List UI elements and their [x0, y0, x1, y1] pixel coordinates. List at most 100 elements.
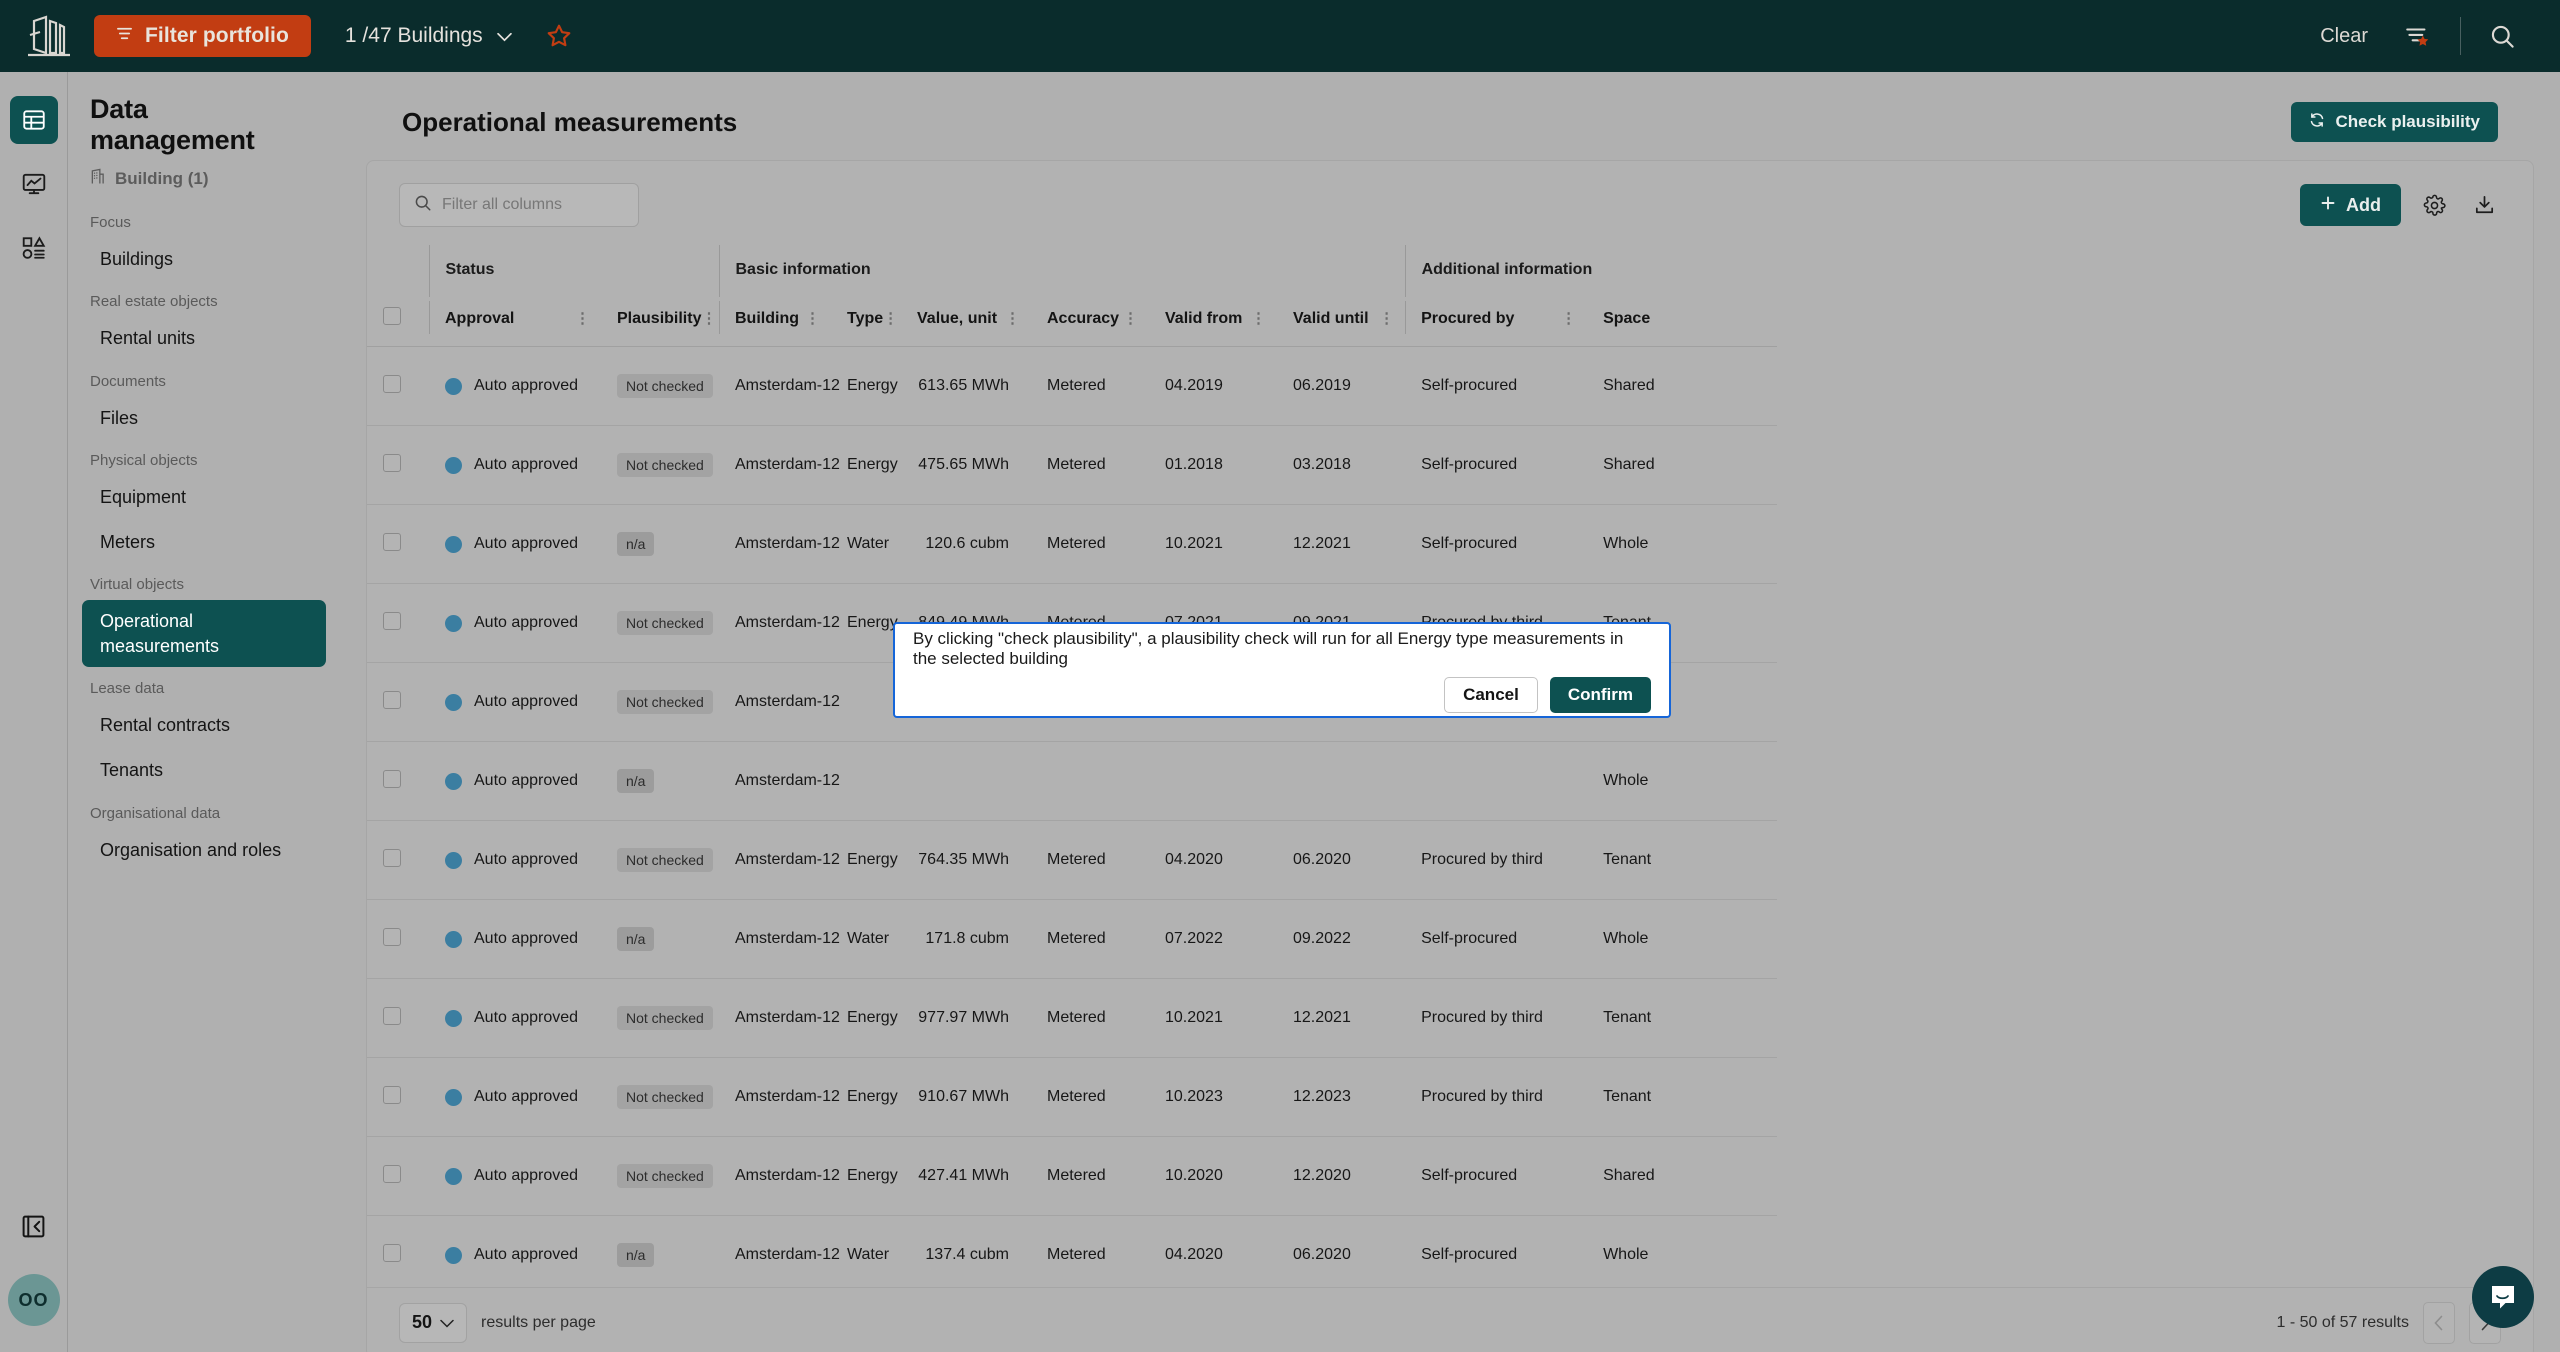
column-header[interactable]: Valid from ⋮: [1149, 297, 1277, 347]
column-menu-icon[interactable]: ⋮: [805, 311, 821, 326]
column-menu-icon[interactable]: ⋮: [883, 311, 899, 326]
sidebar-item[interactable]: Organisation and roles: [82, 829, 326, 871]
row-checkbox[interactable]: [383, 848, 401, 867]
row-select-cell: [367, 583, 429, 663]
previous-page-button[interactable]: [2423, 1301, 2455, 1344]
row-checkbox[interactable]: [383, 453, 401, 472]
table-row[interactable]: Auto approved Not checked Amsterdam-12 Ener…: [367, 978, 1777, 1058]
table-row[interactable]: Auto approved Not checked Amsterdam-12 Ener…: [367, 820, 1777, 900]
sidebar-group-label: Organisational data: [90, 804, 221, 822]
table-row[interactable]: Auto approved n/a Amsterdam-12 Water 171.8 c…: [367, 899, 1777, 979]
column-header[interactable]: Accuracy ⋮: [1031, 297, 1149, 347]
column-header[interactable]: Plausibility ⋮: [601, 297, 719, 347]
status-dot-icon: [445, 614, 462, 632]
confirm-button[interactable]: Confirm: [1549, 677, 1651, 713]
type-cell: Water: [831, 899, 901, 979]
column-menu-icon[interactable]: ⋮: [701, 311, 717, 326]
row-checkbox[interactable]: [383, 769, 401, 788]
add-button[interactable]: Add: [2300, 184, 2401, 226]
collapse-sidebar-icon[interactable]: [12, 1204, 56, 1248]
row-checkbox[interactable]: [383, 611, 401, 630]
row-checkbox[interactable]: [383, 1164, 401, 1183]
check-plausibility-button[interactable]: Check plausibility: [2291, 102, 2498, 142]
select-all-checkbox[interactable]: [383, 307, 401, 325]
column-header[interactable]: Valid until ⋮: [1277, 297, 1406, 347]
space-cell: Tenant: [1587, 1057, 1678, 1137]
row-checkbox[interactable]: [383, 1006, 401, 1025]
clear-button[interactable]: Clear: [2302, 25, 2386, 48]
table-row[interactable]: Auto approved n/a Amsterdam-12 Water 120.6 c…: [367, 504, 1777, 584]
row-select-cell: [367, 820, 429, 900]
sidebar-item[interactable]: Files: [82, 397, 326, 439]
column-header[interactable]: Procured by ⋮: [1405, 297, 1588, 347]
search-input[interactable]: [442, 196, 624, 214]
column-header[interactable]: Building ⋮: [719, 297, 831, 347]
cancel-button[interactable]: Cancel: [1444, 677, 1538, 713]
value-cell: 475.65 MWh: [901, 425, 1031, 505]
avatar[interactable]: OO: [7, 1274, 60, 1326]
approval-cell: Auto approved: [429, 741, 601, 821]
table-row[interactable]: Auto approved Not checked Amsterdam-12 Ener…: [367, 1136, 1777, 1216]
column-menu-icon[interactable]: ⋮: [1561, 311, 1577, 326]
favorite-star-icon[interactable]: [546, 23, 572, 49]
sidebar-item[interactable]: Equipment: [82, 476, 326, 518]
rail-item-shapes[interactable]: [10, 224, 58, 272]
table-row[interactable]: Auto approved Not checked Amsterdam-12 Ener…: [367, 425, 1777, 505]
row-checkbox[interactable]: [383, 1085, 401, 1104]
table-row[interactable]: Auto approved Not checked Amsterdam-12 Ener…: [367, 1057, 1777, 1137]
table-row[interactable]: Auto approved n/a Amsterdam-12 Whole: [367, 741, 1777, 821]
rail-item-data-management[interactable]: [9, 96, 58, 144]
sidebar-item[interactable]: Operational measurements: [82, 600, 326, 668]
value-cell: 977.97 MWh: [901, 978, 1031, 1058]
search-icon[interactable]: [2471, 23, 2534, 50]
top-bar-divider: [2460, 17, 2461, 55]
row-checkbox[interactable]: [383, 927, 401, 946]
valid-from-cell: 04.2020: [1149, 1215, 1277, 1287]
sidebar-item[interactable]: Buildings: [82, 238, 326, 280]
building-cell: Amsterdam-12: [719, 662, 840, 742]
filter-portfolio-button[interactable]: Filter portfolio: [94, 15, 311, 57]
column-menu-icon[interactable]: ⋮: [1379, 311, 1395, 326]
approval-label: Auto approved: [474, 772, 579, 789]
column-header[interactable]: Value, unit ⋮: [901, 297, 1031, 347]
approval-cell: Auto approved: [429, 1057, 601, 1137]
chat-bubble-icon[interactable]: [2472, 1266, 2534, 1328]
saved-filters-icon[interactable]: [2386, 23, 2450, 49]
row-checkbox[interactable]: [383, 1243, 401, 1262]
row-checkbox[interactable]: [383, 532, 401, 551]
results-per-page-select[interactable]: 50: [399, 1302, 468, 1343]
download-icon[interactable]: [2467, 188, 2501, 222]
row-select-cell: [367, 899, 429, 979]
table-row[interactable]: Auto approved n/a Amsterdam-12 Water 137.4 c…: [367, 1215, 1777, 1287]
sidebar-item[interactable]: Rental units: [82, 317, 326, 359]
building-logo[interactable]: [26, 15, 72, 57]
buildings-selector[interactable]: 1 /47 Buildings: [345, 24, 512, 48]
column-header[interactable]: Type ⋮: [831, 297, 901, 347]
filter-columns-box[interactable]: [399, 183, 639, 227]
row-pad: [1677, 899, 1777, 979]
column-menu-icon[interactable]: ⋮: [575, 311, 591, 326]
gear-icon[interactable]: [2417, 188, 2451, 222]
sidebar-item[interactable]: Meters: [82, 521, 326, 563]
row-checkbox[interactable]: [383, 690, 401, 709]
column-menu-icon[interactable]: ⋮: [1251, 311, 1267, 326]
row-pad: [1677, 504, 1777, 584]
table-group-header: Status: [428, 245, 719, 297]
buildings-selector-label: 1 /47 Buildings: [344, 24, 483, 47]
valid-from-cell: 10.2020: [1149, 1136, 1277, 1216]
group-header-spacer-end: [1677, 245, 1777, 297]
status-dot-icon: [445, 1167, 462, 1185]
valid-from-cell: 10.2021: [1149, 504, 1277, 584]
valid-from-cell: 04.2019: [1149, 346, 1277, 426]
table-toolbar: Add: [367, 161, 2533, 245]
rail-item-dashboard[interactable]: [10, 160, 58, 208]
sidebar-item[interactable]: Tenants: [82, 749, 326, 791]
column-menu-icon[interactable]: ⋮: [1123, 311, 1139, 326]
table-row[interactable]: Auto approved Not checked Amsterdam-12 Ener…: [367, 346, 1777, 426]
column-header[interactable]: Approval ⋮: [429, 297, 601, 347]
valid-until-cell: [1277, 741, 1406, 821]
column-header[interactable]: Space: [1587, 297, 1678, 347]
column-menu-icon[interactable]: ⋮: [1005, 311, 1021, 326]
row-checkbox[interactable]: [383, 374, 401, 393]
sidebar-item[interactable]: Rental contracts: [82, 704, 326, 746]
